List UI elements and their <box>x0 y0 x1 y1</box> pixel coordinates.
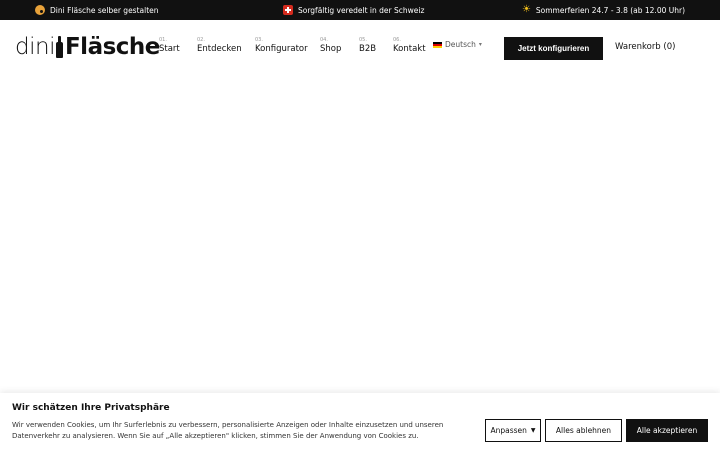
chevron-down-icon: ▾ <box>478 41 482 48</box>
nav-item-label: B2B <box>359 44 377 54</box>
cookie-title: Wir schätzen Ihre Privatsphäre <box>12 403 170 413</box>
cookie-text: Wir verwenden Cookies, um Ihr Surferlebn… <box>12 421 444 440</box>
cookie-banner: Wir schätzen Ihre Privatsphäre Wir verwe… <box>0 393 720 450</box>
announcement-right: ☀ Sommerferien 24.7 - 3.8 (ab 12.00 Uhr) <box>522 5 685 15</box>
nav-item-label: Shop <box>320 44 342 54</box>
nav-item-label: Kontakt <box>393 44 426 54</box>
palette-icon <box>35 5 45 15</box>
nav-item-label: Start <box>159 44 180 54</box>
announcement-center-text: Sorgfältig veredelt in der Schweiz <box>298 5 425 15</box>
sun-icon: ☀ <box>521 4 531 15</box>
announcement-right-text: Sommerferien 24.7 - 3.8 (ab 12.00 Uhr) <box>535 5 685 15</box>
reject-all-button[interactable]: Alles ablehnen <box>545 419 622 442</box>
configure-now-button[interactable]: Jetzt konfigurieren <box>504 37 603 60</box>
nav-item-entdecken[interactable]: 02. Entdecken <box>197 37 242 54</box>
nav-item-number: 05. <box>359 37 367 43</box>
nav-item-konfigurator[interactable]: 03. Konfigurator <box>255 37 308 54</box>
accept-all-button[interactable]: Alle akzeptieren <box>626 419 708 442</box>
nav-item-start[interactable]: 01. Start <box>159 37 180 54</box>
nav-item-shop[interactable]: 04. Shop <box>320 37 341 54</box>
customize-label: Anpassen <box>490 426 527 435</box>
site-header: dini Fläsche 01. Start 02. Entdecken 03.… <box>0 20 720 76</box>
swiss-flag-icon <box>283 5 293 15</box>
nav-item-number: 03. <box>255 37 263 43</box>
language-switcher[interactable]: Deutsch ▾ <box>433 40 482 49</box>
logo-text-bold: Fläsche <box>64 34 160 60</box>
nav-item-number: 06. <box>393 37 401 43</box>
announcement-bar: Dini Fläsche selber gestalten Sorgfältig… <box>0 0 720 20</box>
nav-item-kontakt[interactable]: 06. Kontakt <box>393 37 426 54</box>
nav-item-b2b[interactable]: 05. B2B <box>359 37 376 54</box>
nav-item-label: Konfigurator <box>255 44 308 54</box>
logo-text-light: dini <box>15 34 55 60</box>
announcement-left-text: Dini Fläsche selber gestalten <box>50 5 159 15</box>
german-flag-icon <box>433 41 442 48</box>
announcement-center: Sorgfältig veredelt in der Schweiz <box>283 5 424 15</box>
site-logo[interactable]: dini Fläsche <box>15 33 160 59</box>
cart-link[interactable]: Warenkorb (0) <box>615 42 675 52</box>
nav-item-label: Entdecken <box>197 44 242 54</box>
nav-item-number: 01. <box>159 37 167 43</box>
nav-item-number: 04. <box>320 37 328 43</box>
announcement-left: Dini Fläsche selber gestalten <box>35 5 159 15</box>
nav-item-number: 02. <box>197 37 205 43</box>
language-label: Deutsch <box>445 40 476 49</box>
bottle-icon <box>55 36 63 58</box>
caret-down-icon: ▼ <box>530 427 536 434</box>
customize-button[interactable]: Anpassen ▼ <box>485 419 541 442</box>
